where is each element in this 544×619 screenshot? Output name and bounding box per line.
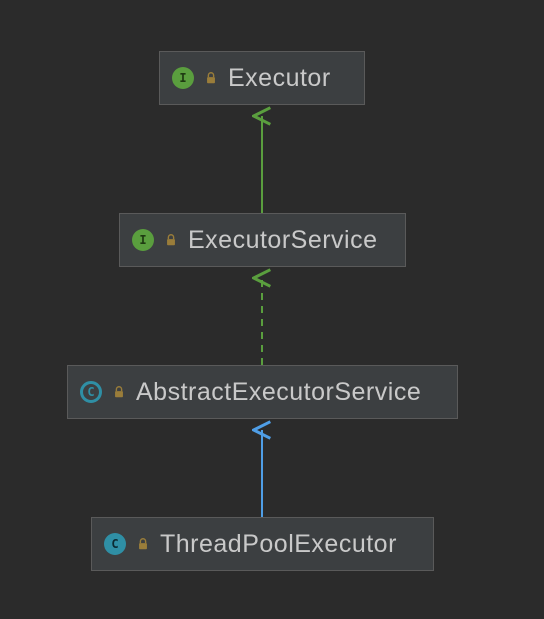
node-label: Executor bbox=[228, 64, 331, 93]
node-executor[interactable]: I Executor bbox=[159, 51, 365, 105]
interface-icon: I bbox=[132, 229, 154, 251]
class-icon: C bbox=[104, 533, 126, 555]
interface-icon: I bbox=[172, 67, 194, 89]
class-hierarchy-diagram: I Executor I ExecutorService C AbstractE… bbox=[0, 0, 544, 619]
node-abstract-executor-service[interactable]: C AbstractExecutorService bbox=[67, 365, 458, 419]
node-thread-pool-executor[interactable]: C ThreadPoolExecutor bbox=[91, 517, 434, 571]
lock-icon bbox=[112, 385, 126, 399]
node-label: ThreadPoolExecutor bbox=[160, 530, 397, 559]
abstract-class-icon: C bbox=[80, 381, 102, 403]
lock-icon bbox=[204, 71, 218, 85]
node-executor-service[interactable]: I ExecutorService bbox=[119, 213, 406, 267]
node-label: AbstractExecutorService bbox=[136, 378, 421, 407]
node-label: ExecutorService bbox=[188, 226, 378, 255]
lock-icon bbox=[136, 537, 150, 551]
lock-icon bbox=[164, 233, 178, 247]
